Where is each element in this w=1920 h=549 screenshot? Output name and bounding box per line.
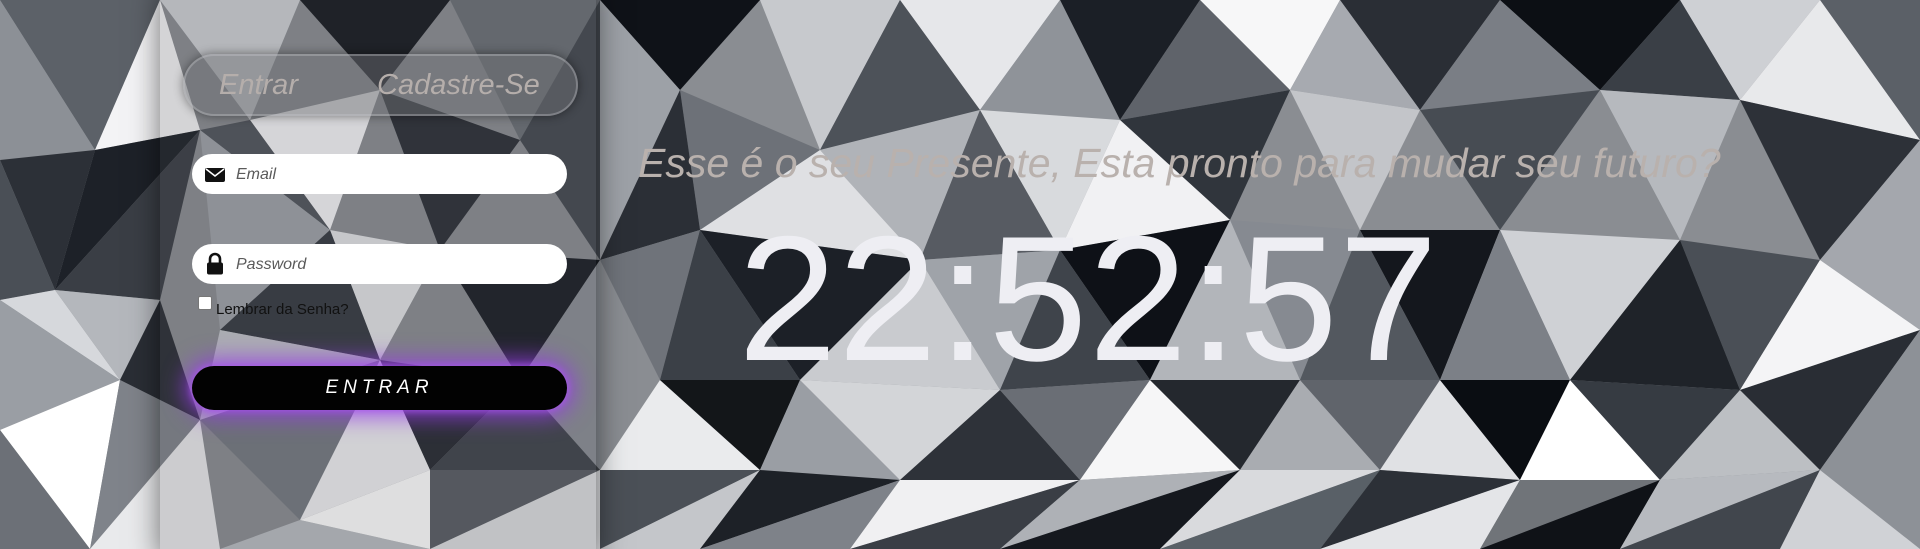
password-input[interactable] xyxy=(234,244,558,286)
email-field[interactable] xyxy=(192,154,567,196)
remember-label: Lembrar da Senha? xyxy=(216,300,349,318)
login-submit-button[interactable]: ENTRAR xyxy=(192,366,567,410)
envelope-icon xyxy=(204,162,226,186)
headline: Esse é o seu Presente, Esta pronto para … xyxy=(638,140,1721,186)
remember-password: Lembrar da Senha? xyxy=(198,296,349,318)
lock-icon xyxy=(204,252,226,276)
tab-login[interactable]: Entrar xyxy=(219,56,298,114)
remember-checkbox[interactable] xyxy=(198,296,212,310)
digital-clock: 22:52:57 xyxy=(738,199,1439,398)
email-input[interactable] xyxy=(234,154,558,196)
login-register-toggle: Entrar Cadastre-Se xyxy=(183,54,578,116)
tab-register[interactable]: Cadastre-Se xyxy=(377,56,540,114)
password-field[interactable] xyxy=(192,244,567,286)
